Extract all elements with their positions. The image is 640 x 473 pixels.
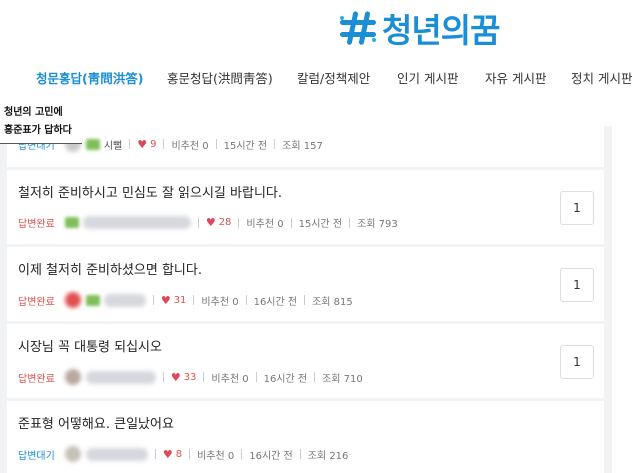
avatar bbox=[64, 446, 81, 462]
main-nav: 청문홍답(靑問洪答) 홍문청답(洪問靑答) 칼럼/정책제안 인기 게시판 자유 … bbox=[0, 58, 640, 98]
author-name bbox=[82, 216, 191, 229]
nav-tab-cheongmun-hongdap[interactable]: 청문홍답(靑問洪答) bbox=[36, 68, 143, 87]
like-count: 8 bbox=[175, 448, 183, 460]
view-count: 조회 815 bbox=[312, 296, 353, 308]
post-time: 16시간 전 bbox=[249, 450, 293, 462]
level-badge-icon bbox=[85, 294, 100, 306]
avatar bbox=[64, 292, 81, 308]
post-list: 답변대기 시뻘 ♥ 9 비추천 0 15시간 전 조회 157 철저히 준비하시… bbox=[0, 126, 612, 473]
post-item[interactable]: 준표형 어떻해요. 큰일났어요 답변대기 ♥ 8 비추천 0 16시간 전 조회… bbox=[7, 401, 604, 473]
post-status: 답변완료 bbox=[18, 296, 55, 308]
post-status: 답변대기 bbox=[18, 450, 55, 462]
post-item[interactable]: 답변대기 시뻘 ♥ 9 비추천 0 15시간 전 조회 157 bbox=[7, 126, 604, 167]
view-count: 조회 710 bbox=[322, 373, 363, 385]
post-meta: 답변대기 ♥ 8 비추천 0 16시간 전 조회 216 bbox=[18, 446, 348, 462]
post-item[interactable]: 시장님 꼭 대통령 되십시오 답변완료 ♥ 33 비추천 0 16시간 전 조회… bbox=[7, 324, 604, 398]
post-status: 답변완료 bbox=[18, 373, 55, 385]
post-time: 15시간 전 bbox=[223, 140, 268, 152]
dislike-count: 비추천 0 bbox=[197, 450, 235, 462]
heart-icon: ♥ bbox=[170, 370, 181, 384]
site-logo[interactable]: 청년의꿈 bbox=[336, 4, 500, 52]
avatar bbox=[64, 369, 81, 385]
post-meta: 답변완료 ♥ 33 비추천 0 16시간 전 조회 710 bbox=[18, 369, 363, 385]
dislike-count: 비추천 0 bbox=[211, 373, 249, 385]
author-name bbox=[85, 447, 148, 461]
heart-icon: ♥ bbox=[137, 137, 148, 151]
author-name bbox=[103, 293, 146, 307]
reply-count-box[interactable]: 1 bbox=[560, 191, 594, 225]
nav-tab-hongmun-cheongdap[interactable]: 홍문청답(洪問靑答) bbox=[167, 68, 273, 87]
nav-tab-politics-board[interactable]: 정치 게시판 bbox=[571, 68, 632, 87]
dislike-count: 비추천 0 bbox=[171, 140, 209, 152]
reply-count-box[interactable]: 1 bbox=[560, 268, 594, 302]
right-gutter bbox=[612, 126, 640, 473]
post-title[interactable]: 준표형 어떻해요. 큰일났어요 bbox=[18, 413, 174, 432]
post-title[interactable]: 시장님 꼭 대통령 되십시오 bbox=[18, 336, 162, 355]
nav-tab-free-board[interactable]: 자유 게시판 bbox=[485, 68, 546, 87]
nav-tab-popular-board[interactable]: 인기 게시판 bbox=[397, 68, 458, 87]
post-title[interactable]: 철저히 준비하시고 민심도 잘 읽으시길 바랍니다. bbox=[18, 182, 282, 201]
site-logo-text: 청년의꿈 bbox=[382, 11, 500, 50]
post-time: 15시간 전 bbox=[298, 219, 343, 230]
like-count: 33 bbox=[183, 371, 197, 383]
post-item[interactable]: 철저히 준비하시고 민심도 잘 읽으시길 바랍니다. 답변완료 ♥ 28 비추천… bbox=[7, 170, 604, 244]
hashtag-logo-icon bbox=[336, 8, 380, 48]
author-name: 시뻘 bbox=[103, 140, 123, 152]
nav-tab-column-policy[interactable]: 칼럼/정책제안 bbox=[297, 68, 370, 87]
like-count: 31 bbox=[173, 294, 187, 306]
view-count: 조회 216 bbox=[307, 450, 349, 462]
like-count: 28 bbox=[218, 217, 232, 228]
post-status: 답변완료 bbox=[18, 219, 55, 230]
topic-caption: 청년의 고민에 홍준표가 답하다 bbox=[0, 101, 82, 144]
author-name bbox=[85, 370, 156, 384]
heart-icon: ♥ bbox=[160, 293, 171, 307]
view-count: 조회 157 bbox=[282, 140, 323, 152]
site-header: 청년의꿈 bbox=[0, 0, 640, 58]
heart-icon: ♥ bbox=[162, 447, 173, 461]
view-count: 조회 793 bbox=[357, 219, 398, 230]
post-item[interactable]: 이제 철저히 준비하셨으면 합니다. 답변완료 ♥ 31 비추천 0 16시간 … bbox=[7, 247, 604, 321]
post-time: 16시간 전 bbox=[253, 296, 298, 308]
post-meta: 답변완료 ♥ 28 비추천 0 15시간 전 조회 793 bbox=[18, 215, 398, 230]
post-title[interactable]: 이제 철저히 준비하셨으면 합니다. bbox=[18, 259, 202, 278]
post-time: 16시간 전 bbox=[263, 373, 308, 385]
post-meta: 답변완료 ♥ 31 비추천 0 16시간 전 조회 815 bbox=[18, 292, 353, 308]
topic-caption-line2: 홍준표가 답하다 bbox=[4, 125, 72, 136]
level-badge-icon bbox=[64, 217, 79, 228]
dislike-count: 비추천 0 bbox=[246, 219, 284, 230]
topic-caption-line1: 청년의 고민에 bbox=[4, 107, 63, 118]
dislike-count: 비추천 0 bbox=[201, 296, 239, 308]
like-count: 9 bbox=[150, 138, 157, 150]
reply-count-box[interactable]: 1 bbox=[560, 345, 594, 379]
level-badge-icon bbox=[85, 138, 100, 150]
heart-icon: ♥ bbox=[205, 216, 216, 229]
